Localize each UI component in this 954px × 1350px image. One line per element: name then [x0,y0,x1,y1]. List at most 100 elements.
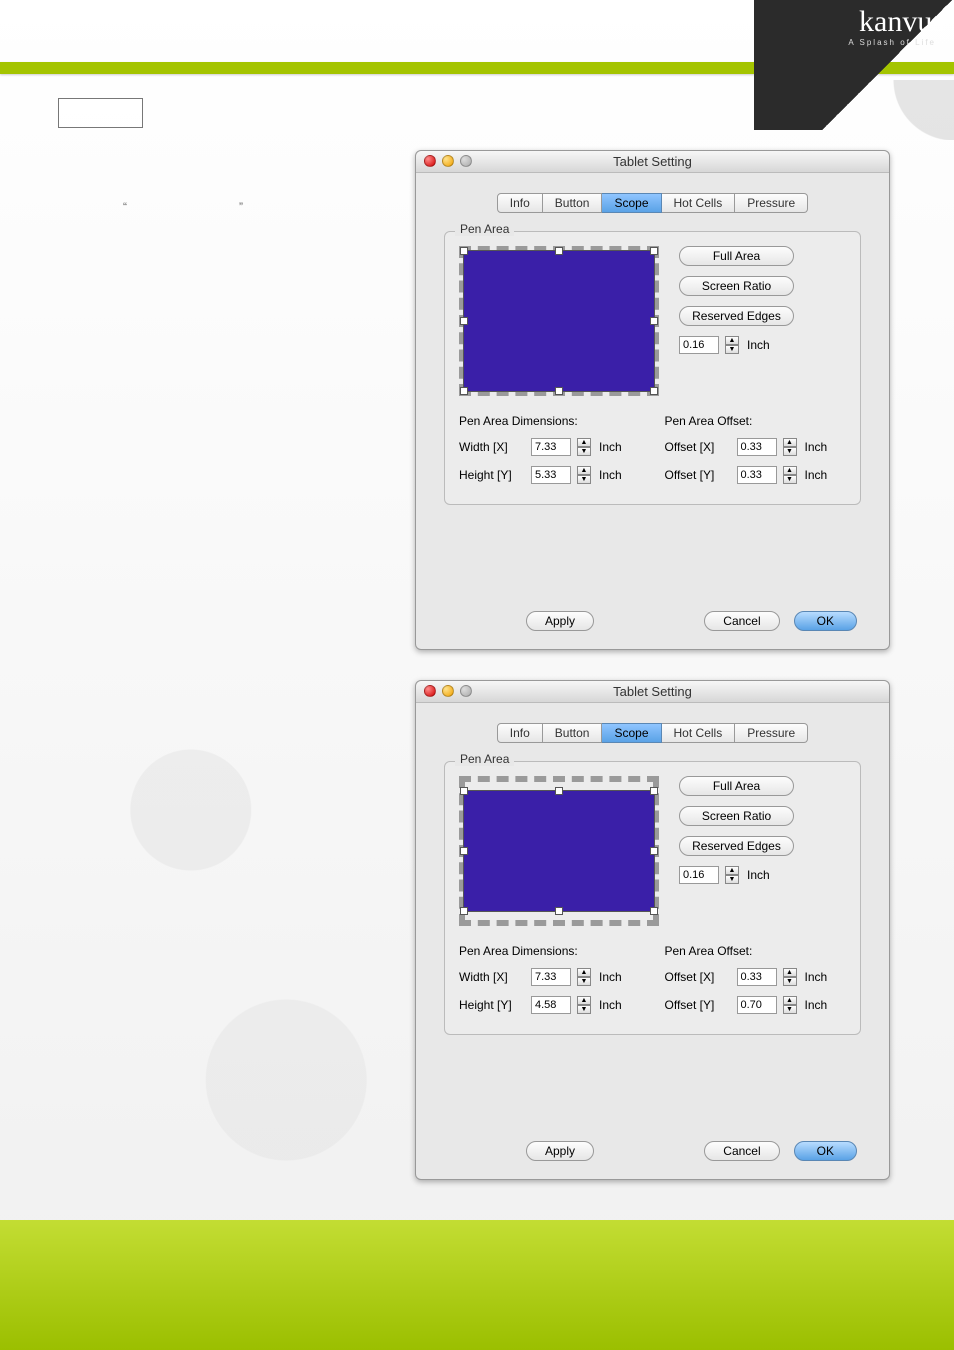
width-stepper[interactable]: ▲▼ [577,968,591,986]
panel-title: Pen Area [455,222,514,236]
resize-handle-e[interactable] [650,317,658,325]
apply-button[interactable]: Apply [526,611,594,631]
side-button-column: Full Area Screen Ratio Reserved Edges ▲ … [679,246,794,354]
reserved-edges-value-row: ▲ ▼ Inch [679,866,794,884]
unit-label: Inch [599,440,622,454]
stepper-up[interactable]: ▲ [577,438,591,447]
width-input[interactable] [531,438,571,456]
apply-button[interactable]: Apply [526,1141,594,1161]
cancel-button[interactable]: Cancel [704,1141,779,1161]
stepper-up[interactable]: ▲ [783,466,797,475]
stepper-up[interactable]: ▲ [577,466,591,475]
ok-button[interactable]: OK [794,1141,857,1161]
unit-label: Inch [805,440,828,454]
stepper-up[interactable]: ▲ [577,996,591,1005]
dialog-footer: Apply Cancel OK [416,611,889,631]
reserved-edges-button[interactable]: Reserved Edges [679,836,794,856]
resize-handle-n[interactable] [555,787,563,795]
tab-button[interactable]: Button [543,723,603,743]
minimize-window-button[interactable] [442,685,454,697]
pen-active-rect[interactable] [463,790,655,912]
zoom-window-button[interactable] [460,155,472,167]
resize-handle-sw[interactable] [460,907,468,915]
stepper-down[interactable]: ▼ [783,1005,797,1014]
tab-info[interactable]: Info [497,723,543,743]
offset-y-stepper[interactable]: ▲▼ [783,996,797,1014]
resize-handle-s[interactable] [555,907,563,915]
width-input[interactable] [531,968,571,986]
offset-x-stepper[interactable]: ▲▼ [783,968,797,986]
pen-active-rect[interactable] [463,250,655,392]
stepper-down[interactable]: ▼ [577,977,591,986]
minimize-window-button[interactable] [442,155,454,167]
resize-handle-nw[interactable] [460,247,468,255]
height-stepper[interactable]: ▲▼ [577,996,591,1014]
pen-area-visual[interactable] [459,776,659,926]
resize-handle-sw[interactable] [460,387,468,395]
tab-pressure[interactable]: Pressure [735,193,808,213]
offset-x-label: Offset [X] [665,440,731,454]
side-button-column: Full Area Screen Ratio Reserved Edges ▲ … [679,776,794,884]
tab-button[interactable]: Button [543,193,603,213]
tab-info[interactable]: Info [497,193,543,213]
stepper-up[interactable]: ▲ [783,996,797,1005]
height-input[interactable] [531,996,571,1014]
resize-handle-nw[interactable] [460,787,468,795]
cancel-button[interactable]: Cancel [704,611,779,631]
resize-handle-n[interactable] [555,247,563,255]
reserved-edges-input[interactable] [679,336,719,354]
height-input[interactable] [531,466,571,484]
offset-y-input[interactable] [737,466,777,484]
stepper-down[interactable]: ▼ [725,875,739,884]
stepper-up[interactable]: ▲ [783,438,797,447]
stepper-down[interactable]: ▼ [577,475,591,484]
ok-button[interactable]: OK [794,611,857,631]
dimensions-header: Pen Area Dimensions: [459,944,641,958]
resize-handle-se[interactable] [650,387,658,395]
resize-handle-ne[interactable] [650,787,658,795]
offset-y-input[interactable] [737,996,777,1014]
stepper-down[interactable]: ▼ [783,447,797,456]
full-area-button[interactable]: Full Area [679,776,794,796]
zoom-window-button[interactable] [460,685,472,697]
resize-handle-s[interactable] [555,387,563,395]
reserved-edges-input[interactable] [679,866,719,884]
stepper-up[interactable]: ▲ [725,866,739,875]
close-window-button[interactable] [424,685,436,697]
offset-y-stepper[interactable]: ▲▼ [783,466,797,484]
bottom-accent-bar [0,1220,954,1350]
stepper-down[interactable]: ▼ [783,977,797,986]
reserved-edges-button[interactable]: Reserved Edges [679,306,794,326]
pen-area-visual[interactable] [459,246,659,396]
tab-hot-cells[interactable]: Hot Cells [662,723,736,743]
resize-handle-w[interactable] [460,317,468,325]
full-area-button[interactable]: Full Area [679,246,794,266]
offset-x-input[interactable] [737,438,777,456]
width-stepper[interactable]: ▲▼ [577,438,591,456]
screen-ratio-button[interactable]: Screen Ratio [679,276,794,296]
offset-x-input[interactable] [737,968,777,986]
stepper-down[interactable]: ▼ [725,345,739,354]
resize-handle-e[interactable] [650,847,658,855]
stepper-up[interactable]: ▲ [783,968,797,977]
window-controls [424,155,472,167]
screen-ratio-button[interactable]: Screen Ratio [679,806,794,826]
resize-handle-w[interactable] [460,847,468,855]
stepper-down[interactable]: ▼ [577,1005,591,1014]
tab-pressure[interactable]: Pressure [735,723,808,743]
reserved-edges-stepper[interactable]: ▲ ▼ [725,866,739,884]
unit-label: Inch [805,468,828,482]
tab-scope[interactable]: Scope [602,723,661,743]
tab-hot-cells[interactable]: Hot Cells [662,193,736,213]
stepper-down[interactable]: ▼ [577,447,591,456]
stepper-up[interactable]: ▲ [577,968,591,977]
offset-x-stepper[interactable]: ▲▼ [783,438,797,456]
tab-scope[interactable]: Scope [602,193,661,213]
height-stepper[interactable]: ▲▼ [577,466,591,484]
resize-handle-ne[interactable] [650,247,658,255]
resize-handle-se[interactable] [650,907,658,915]
stepper-up[interactable]: ▲ [725,336,739,345]
reserved-edges-stepper[interactable]: ▲ ▼ [725,336,739,354]
stepper-down[interactable]: ▼ [783,475,797,484]
close-window-button[interactable] [424,155,436,167]
